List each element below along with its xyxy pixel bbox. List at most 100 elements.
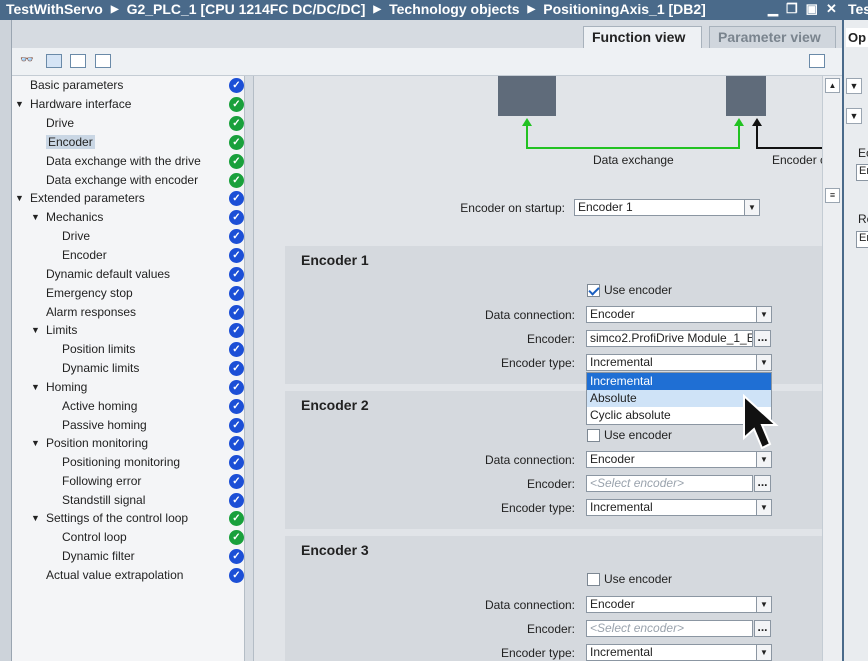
expand-triangle-icon[interactable]: ▼	[31, 434, 40, 453]
encoder1-encoder-field[interactable]: simco2.ProfiDrive Module_1_En	[586, 330, 753, 347]
right-panel: Op ▼ ▼ Ec Er Re Er	[842, 20, 868, 661]
encoder2-encoder-field[interactable]: <Select encoder>	[586, 475, 753, 492]
nav-hardware-interface[interactable]: ▼ Hardware interface	[15, 95, 131, 114]
nav-passive-homing[interactable]: Passive homing	[62, 416, 147, 435]
check-icon: ✓	[229, 116, 244, 131]
crumb-plc[interactable]: G2_PLC_1 [CPU 1214FC DC/DC/DC]	[127, 1, 366, 17]
chevron-down-icon[interactable]: ▼	[744, 200, 759, 215]
minimize-icon[interactable]: ▁	[768, 1, 778, 17]
restore-icon[interactable]: ❐	[786, 1, 798, 17]
encoder1-type-select[interactable]: Incremental ▼	[586, 354, 772, 371]
nav-drive[interactable]: Drive	[46, 114, 74, 133]
chevron-right-icon: ▶	[373, 3, 382, 15]
nav-limits[interactable]: ▼ Limits	[31, 321, 77, 340]
encoder3-use-checkbox[interactable]	[587, 573, 600, 586]
cursor-icon	[743, 394, 779, 450]
nav-homing[interactable]: ▼ Homing	[31, 378, 87, 397]
nav-settings-control-loop[interactable]: ▼ Settings of the control loop	[31, 509, 188, 528]
splitter[interactable]	[244, 76, 254, 661]
chevron-down-icon[interactable]: ▼	[756, 500, 771, 515]
navigation-tree: Basic parameters ✓ ▼ Hardware interface ✓…	[12, 76, 244, 661]
nav-extended-parameters[interactable]: ▼ Extended parameters	[15, 189, 145, 208]
encoder2-title: Encoder 2	[301, 397, 369, 413]
crumb-project[interactable]: TestWithServo	[6, 1, 103, 17]
expand-triangle-icon[interactable]: ▼	[31, 321, 40, 340]
maximize-icon[interactable]: ▣	[806, 1, 818, 17]
encoder1-data-connection-select[interactable]: Encoder ▼	[586, 306, 772, 323]
nav-data-exchange-encoder[interactable]: Data exchange with encoder	[46, 171, 198, 190]
expand-all-icon[interactable]	[46, 54, 62, 68]
encoder2-use-checkbox[interactable]	[587, 429, 600, 442]
chevron-down-icon[interactable]: ▼	[846, 78, 862, 94]
tab-parameter-view[interactable]: Parameter view	[709, 26, 836, 48]
close-icon[interactable]: ✕	[826, 1, 837, 17]
chevron-down-icon[interactable]: ▼	[756, 355, 771, 370]
nav-data-exchange-drive[interactable]: Data exchange with the drive	[46, 152, 201, 171]
check-icon: ✓	[229, 530, 244, 545]
nav-mechanics-drive[interactable]: Drive	[62, 227, 90, 246]
chevron-down-icon[interactable]: ▼	[756, 597, 771, 612]
nav-standstill-signal[interactable]: Standstill signal	[62, 491, 145, 510]
right-field-2[interactable]: Er	[856, 231, 868, 248]
nav-dynamic-limits[interactable]: Dynamic limits	[62, 359, 139, 378]
encoder1-data-connection-label: Data connection:	[484, 308, 575, 322]
nav-mechanics[interactable]: ▼ Mechanics	[31, 208, 103, 227]
check-icon: ✓	[229, 229, 244, 244]
chevron-right-icon: ▶	[110, 3, 119, 15]
encoder2-browse-button[interactable]: ...	[754, 475, 771, 492]
nav-control-loop[interactable]: Control loop	[62, 528, 127, 547]
right-field-1[interactable]: Er	[856, 164, 868, 181]
encoder3-data-connection-select[interactable]: Encoder ▼	[586, 596, 772, 613]
chevron-down-icon[interactable]: ▼	[756, 452, 771, 467]
right-label-2: Re	[858, 212, 868, 226]
content-scrollbar[interactable]: ▲ ≡	[822, 76, 842, 661]
page-icon[interactable]	[809, 54, 825, 68]
check-icon: ✓	[229, 173, 244, 188]
expand-triangle-icon[interactable]: ▼	[31, 208, 40, 227]
check-icon: ✓	[229, 568, 244, 583]
nav-position-limits[interactable]: Position limits	[62, 340, 135, 359]
chevron-down-icon[interactable]: ▼	[756, 645, 771, 660]
nav-encoder[interactable]: Encoder	[46, 133, 95, 152]
encoder2-type-select[interactable]: Incremental ▼	[586, 499, 772, 516]
nav-position-monitoring[interactable]: ▼ Position monitoring	[31, 434, 148, 453]
nav-emergency-stop[interactable]: Emergency stop	[46, 284, 133, 303]
encoder3-title: Encoder 3	[301, 542, 369, 558]
scroll-thumb[interactable]: ≡	[825, 188, 840, 203]
encoder1-browse-button[interactable]: ...	[754, 330, 771, 347]
list-icon[interactable]	[95, 54, 111, 68]
crumb-technology-objects[interactable]: Technology objects	[389, 1, 519, 17]
nav-mechanics-encoder[interactable]: Encoder	[62, 246, 107, 265]
folder-icon[interactable]	[70, 54, 86, 68]
crumb-axis[interactable]: PositioningAxis_1 [DB2]	[543, 1, 706, 17]
glasses-icon[interactable]: 👓	[20, 54, 36, 68]
check-icon: ✓	[229, 493, 244, 508]
chevron-down-icon[interactable]: ▼	[756, 307, 771, 322]
expand-triangle-icon[interactable]: ▼	[31, 378, 40, 397]
left-collapsed-panel[interactable]	[0, 20, 12, 661]
expand-triangle-icon[interactable]: ▼	[15, 95, 24, 114]
encoder3-use-label: Use encoder	[604, 572, 673, 586]
nav-alarm-responses[interactable]: Alarm responses	[46, 303, 136, 322]
nav-dynamic-filter[interactable]: Dynamic filter	[62, 547, 135, 566]
chevron-right-icon: ▶	[527, 3, 536, 15]
startup-select[interactable]: Encoder 1 ▼	[574, 199, 760, 216]
scroll-up-icon[interactable]: ▲	[825, 78, 840, 93]
nav-active-homing[interactable]: Active homing	[62, 397, 137, 416]
nav-basic-parameters[interactable]: Basic parameters	[30, 76, 123, 95]
right-tab[interactable]: Op	[846, 28, 868, 47]
expand-triangle-icon[interactable]: ▼	[31, 509, 40, 528]
nav-actual-value-extrapolation[interactable]: Actual value extrapolation	[46, 566, 183, 585]
encoder3-browse-button[interactable]: ...	[754, 620, 771, 637]
tab-function-view[interactable]: Function view	[583, 26, 702, 48]
expand-triangle-icon[interactable]: ▼	[15, 189, 24, 208]
nav-dynamic-default-values[interactable]: Dynamic default values	[46, 265, 170, 284]
encoder3-type-select[interactable]: Incremental ▼	[586, 644, 772, 661]
encoder1-use-checkbox[interactable]	[587, 284, 600, 297]
encoder3-encoder-field[interactable]: <Select encoder>	[586, 620, 753, 637]
option-incremental[interactable]: Incremental	[587, 373, 771, 390]
nav-positioning-monitoring[interactable]: Positioning monitoring	[62, 453, 180, 472]
check-icon: ✓	[229, 399, 244, 414]
chevron-down-icon[interactable]: ▼	[846, 108, 862, 124]
nav-following-error[interactable]: Following error	[62, 472, 141, 491]
